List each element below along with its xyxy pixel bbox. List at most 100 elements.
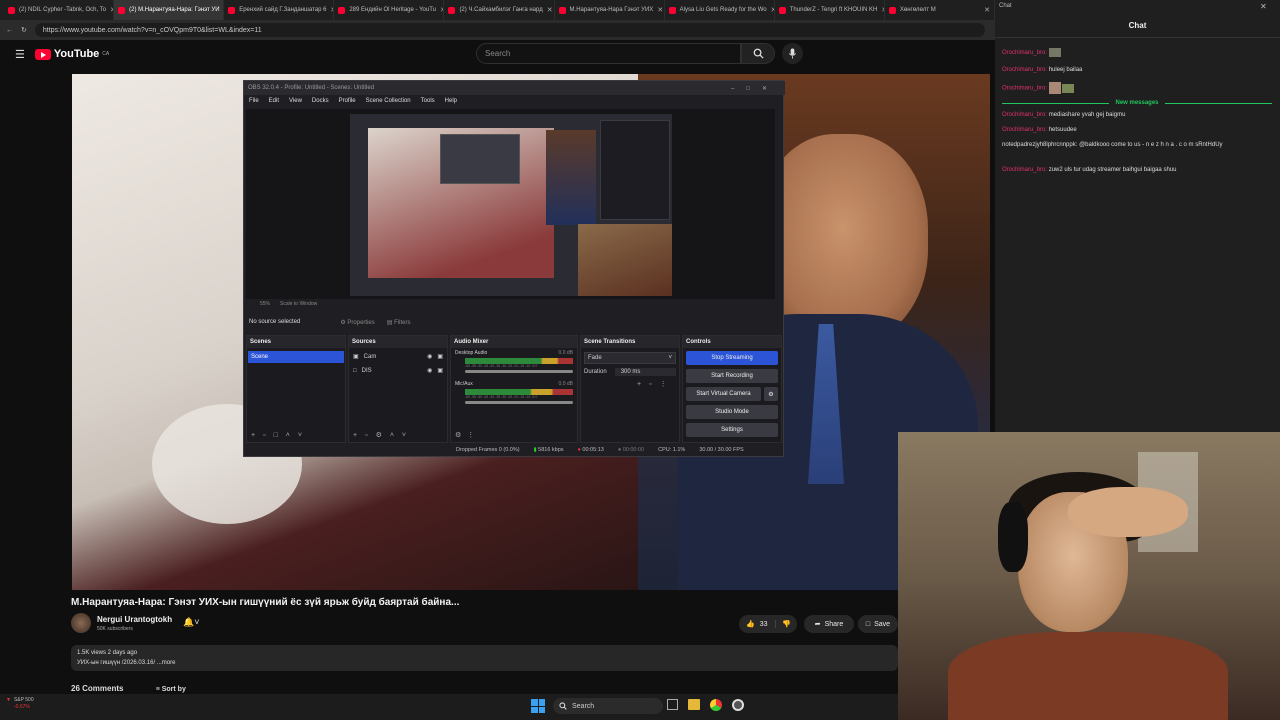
chat-panel: Chat ✕ Chat Orochimaru_bro: Orochimaru_b… bbox=[995, 0, 1280, 432]
video-title: М.Нарантуяа-Нара: Гэнэт УИХ-ын гишүүний … bbox=[71, 597, 460, 608]
start-recording-button[interactable]: Start Recording bbox=[686, 369, 778, 383]
start-virtual-camera-button[interactable]: Start Virtual Camera bbox=[686, 387, 761, 401]
save-button[interactable]: □ Save bbox=[858, 615, 898, 633]
browser-tab[interactable]: Еренхий сайд Г.Занданшатар 6✕ bbox=[224, 0, 335, 20]
obs-window[interactable]: OBS 32.0.4 - Profile: Untitled - Scenes:… bbox=[243, 80, 785, 457]
lock-icon[interactable]: ▣ bbox=[437, 367, 443, 374]
chrome-icon[interactable] bbox=[710, 699, 722, 711]
close-icon[interactable]: ✕ bbox=[1260, 2, 1267, 11]
window-controls-icon[interactable]: –□✕ bbox=[731, 85, 779, 92]
youtube-logo[interactable]: YouTube CA bbox=[34, 48, 109, 60]
menu-view[interactable]: View bbox=[289, 98, 302, 104]
channel-avatar[interactable] bbox=[71, 613, 91, 633]
stock-ticker-widget[interactable]: ▼ S&P 500 -0.67% bbox=[6, 697, 66, 717]
audio-track-mic: Mic/Aux 0.0 dB -60 -55 -50 -45 -40 -35 -3… bbox=[451, 375, 577, 406]
sources-dock: Sources ▣ Cam ◉ ▣ □ DIS ◉ ▣ +▫⚙˄˅ bbox=[348, 335, 448, 443]
menu-edit[interactable]: Edit bbox=[269, 98, 279, 104]
settings-button[interactable]: Settings bbox=[686, 423, 778, 437]
source-item-cam[interactable]: ▣ Cam ◉ ▣ bbox=[353, 351, 443, 362]
close-tab-icon[interactable]: ✕ bbox=[657, 6, 663, 14]
browser-tab[interactable]: 289 Ендийн Ol Heritage - YouTu✕ bbox=[334, 0, 445, 20]
share-icon: ➦ bbox=[814, 621, 821, 628]
obs-status-bar: Dropped Frames 0 (0.0%) ▮ 5816 kbps ● 00… bbox=[456, 447, 744, 453]
menu-docks[interactable]: Docks bbox=[312, 98, 329, 104]
obs-preview[interactable] bbox=[246, 109, 775, 299]
scale-dropdown[interactable]: Scale to Window bbox=[280, 301, 317, 307]
comments-header: 26 Comments ≡ Sort by bbox=[71, 684, 186, 693]
youtube-favicon-icon bbox=[338, 6, 346, 14]
menu-profile[interactable]: Profile bbox=[339, 98, 356, 104]
back-icon[interactable]: ← bbox=[6, 27, 13, 34]
preview-chat bbox=[600, 120, 670, 220]
sort-by-button[interactable]: ≡ Sort by bbox=[156, 686, 186, 693]
channel-name[interactable]: Nergui Urantogtokh bbox=[97, 615, 172, 624]
duration-input[interactable]: 300 ms bbox=[614, 368, 676, 376]
obs-taskbar-icon[interactable] bbox=[732, 699, 744, 711]
menu-help[interactable]: Help bbox=[445, 98, 457, 104]
menu-file[interactable]: File bbox=[249, 98, 259, 104]
description-text: УИХ-ын гишүүн /2026.03.16/ ...more bbox=[77, 660, 176, 666]
browser-tab[interactable]: (2) Ч.Сайхамбилэг Ганга нард ✕ bbox=[444, 0, 555, 20]
chat-message: notedpadrezjyh8lphrcnnppk: @baldkooo com… bbox=[1002, 142, 1223, 148]
scenes-toolbar-icons[interactable]: +▫□˄˅ bbox=[251, 432, 310, 439]
youtube-favicon-icon bbox=[118, 6, 126, 14]
reload-icon[interactable]: ↻ bbox=[21, 26, 27, 34]
studio-mode-button[interactable]: Studio Mode bbox=[686, 405, 778, 419]
transitions-toolbar-icons[interactable]: +▫⋮ bbox=[637, 380, 679, 388]
stop-streaming-button[interactable]: Stop Streaming bbox=[686, 351, 778, 365]
like-button[interactable]: 👍 33 👎 bbox=[739, 615, 797, 633]
browser-tab[interactable]: (2) NDIL Cypher -Tabnk, Och, To✕ bbox=[4, 0, 115, 20]
mic-volume-slider[interactable] bbox=[465, 401, 573, 404]
url-field[interactable]: https://www.youtube.com/watch?v=n_cOVQpm… bbox=[34, 23, 985, 37]
controls-dock: Controls Stop Streaming Start Recording … bbox=[682, 335, 782, 443]
taskbar-search[interactable]: Search bbox=[553, 698, 663, 714]
visibility-icon[interactable]: ◉ bbox=[427, 367, 432, 374]
audio-mixer-menu-icon[interactable]: ⚙⋮ bbox=[455, 431, 480, 439]
share-button[interactable]: ➦ Share bbox=[804, 615, 854, 633]
close-tab-icon[interactable]: ✕ bbox=[984, 6, 990, 14]
webcam-headset bbox=[998, 502, 1028, 572]
close-tab-icon[interactable]: ✕ bbox=[547, 6, 553, 14]
source-item-dis[interactable]: □ DIS ◉ ▣ bbox=[353, 365, 443, 376]
sources-toolbar-icons[interactable]: +▫⚙˄˅ bbox=[353, 431, 414, 439]
thumbs-down-icon[interactable]: 👎 bbox=[775, 620, 791, 628]
emote-icon bbox=[1048, 82, 1061, 94]
chat-window-label: Chat bbox=[999, 3, 1012, 9]
menu-icon[interactable]: ☰ bbox=[15, 48, 25, 61]
properties-button[interactable]: ⚙ Properties bbox=[340, 319, 374, 326]
description-box[interactable]: 1.5K views 2 days ago УИХ-ын гишүүн /202… bbox=[71, 645, 898, 671]
emote-icon bbox=[1062, 83, 1075, 93]
virtual-camera-settings-icon[interactable]: ⚙ bbox=[764, 387, 778, 401]
task-view-icon[interactable] bbox=[667, 699, 678, 710]
obs-source-toolbar: No source selected ⚙ Properties ▤ Filter… bbox=[249, 319, 411, 326]
browser-tab[interactable]: Хөнгөлөлт М ✕ bbox=[885, 0, 995, 20]
search-input[interactable]: Search bbox=[476, 43, 741, 64]
webcam-overlay bbox=[898, 432, 1280, 720]
visibility-icon[interactable]: ◉ bbox=[427, 353, 432, 360]
file-explorer-icon[interactable] bbox=[688, 699, 700, 710]
transitions-dock: Scene Transitions Fade ˅ Duration 300 ms … bbox=[580, 335, 680, 443]
subscriber-count: 50K subscribers bbox=[97, 626, 133, 632]
scenes-dock: Scenes Scene +▫□˄˅ bbox=[246, 335, 346, 443]
browser-tab[interactable]: (2) М.Нарантуяа-Нара: Гэнэт УИ✕ bbox=[114, 0, 225, 20]
obs-preview-footer: 55% Scale to Window bbox=[260, 301, 318, 307]
browser-tab[interactable]: Alysa Liu Gets Ready for the Wo✕ bbox=[665, 0, 775, 20]
transition-select[interactable]: Fade ˅ bbox=[584, 352, 676, 364]
filters-button[interactable]: ▤ Filters bbox=[387, 319, 411, 326]
desktop-volume-slider[interactable] bbox=[465, 370, 573, 373]
webcam-hand bbox=[1068, 487, 1188, 537]
menu-tools[interactable]: Tools bbox=[421, 98, 435, 104]
scene-item[interactable]: Scene bbox=[248, 351, 344, 363]
lock-icon[interactable]: ▣ bbox=[437, 353, 443, 360]
windows-start-icon[interactable] bbox=[531, 699, 545, 713]
chevron-down-icon: ˅ bbox=[668, 355, 672, 361]
search-button[interactable] bbox=[741, 43, 775, 64]
camera-icon: ▣ bbox=[353, 354, 359, 360]
browser-tab[interactable]: ThunderZ - Tengri ft KHOUIN KH✕ bbox=[775, 0, 885, 20]
notification-bell-icon[interactable]: 🔔˅ bbox=[183, 617, 199, 628]
search-icon bbox=[753, 48, 764, 59]
browser-tab[interactable]: М.Нарантуяа-Нара Гэнэт УИХ ✕ bbox=[555, 0, 665, 20]
obs-menubar: File Edit View Docks Profile Scene Colle… bbox=[244, 95, 785, 107]
menu-scene-collection[interactable]: Scene Collection bbox=[366, 98, 411, 104]
voice-search-button[interactable] bbox=[782, 43, 803, 64]
